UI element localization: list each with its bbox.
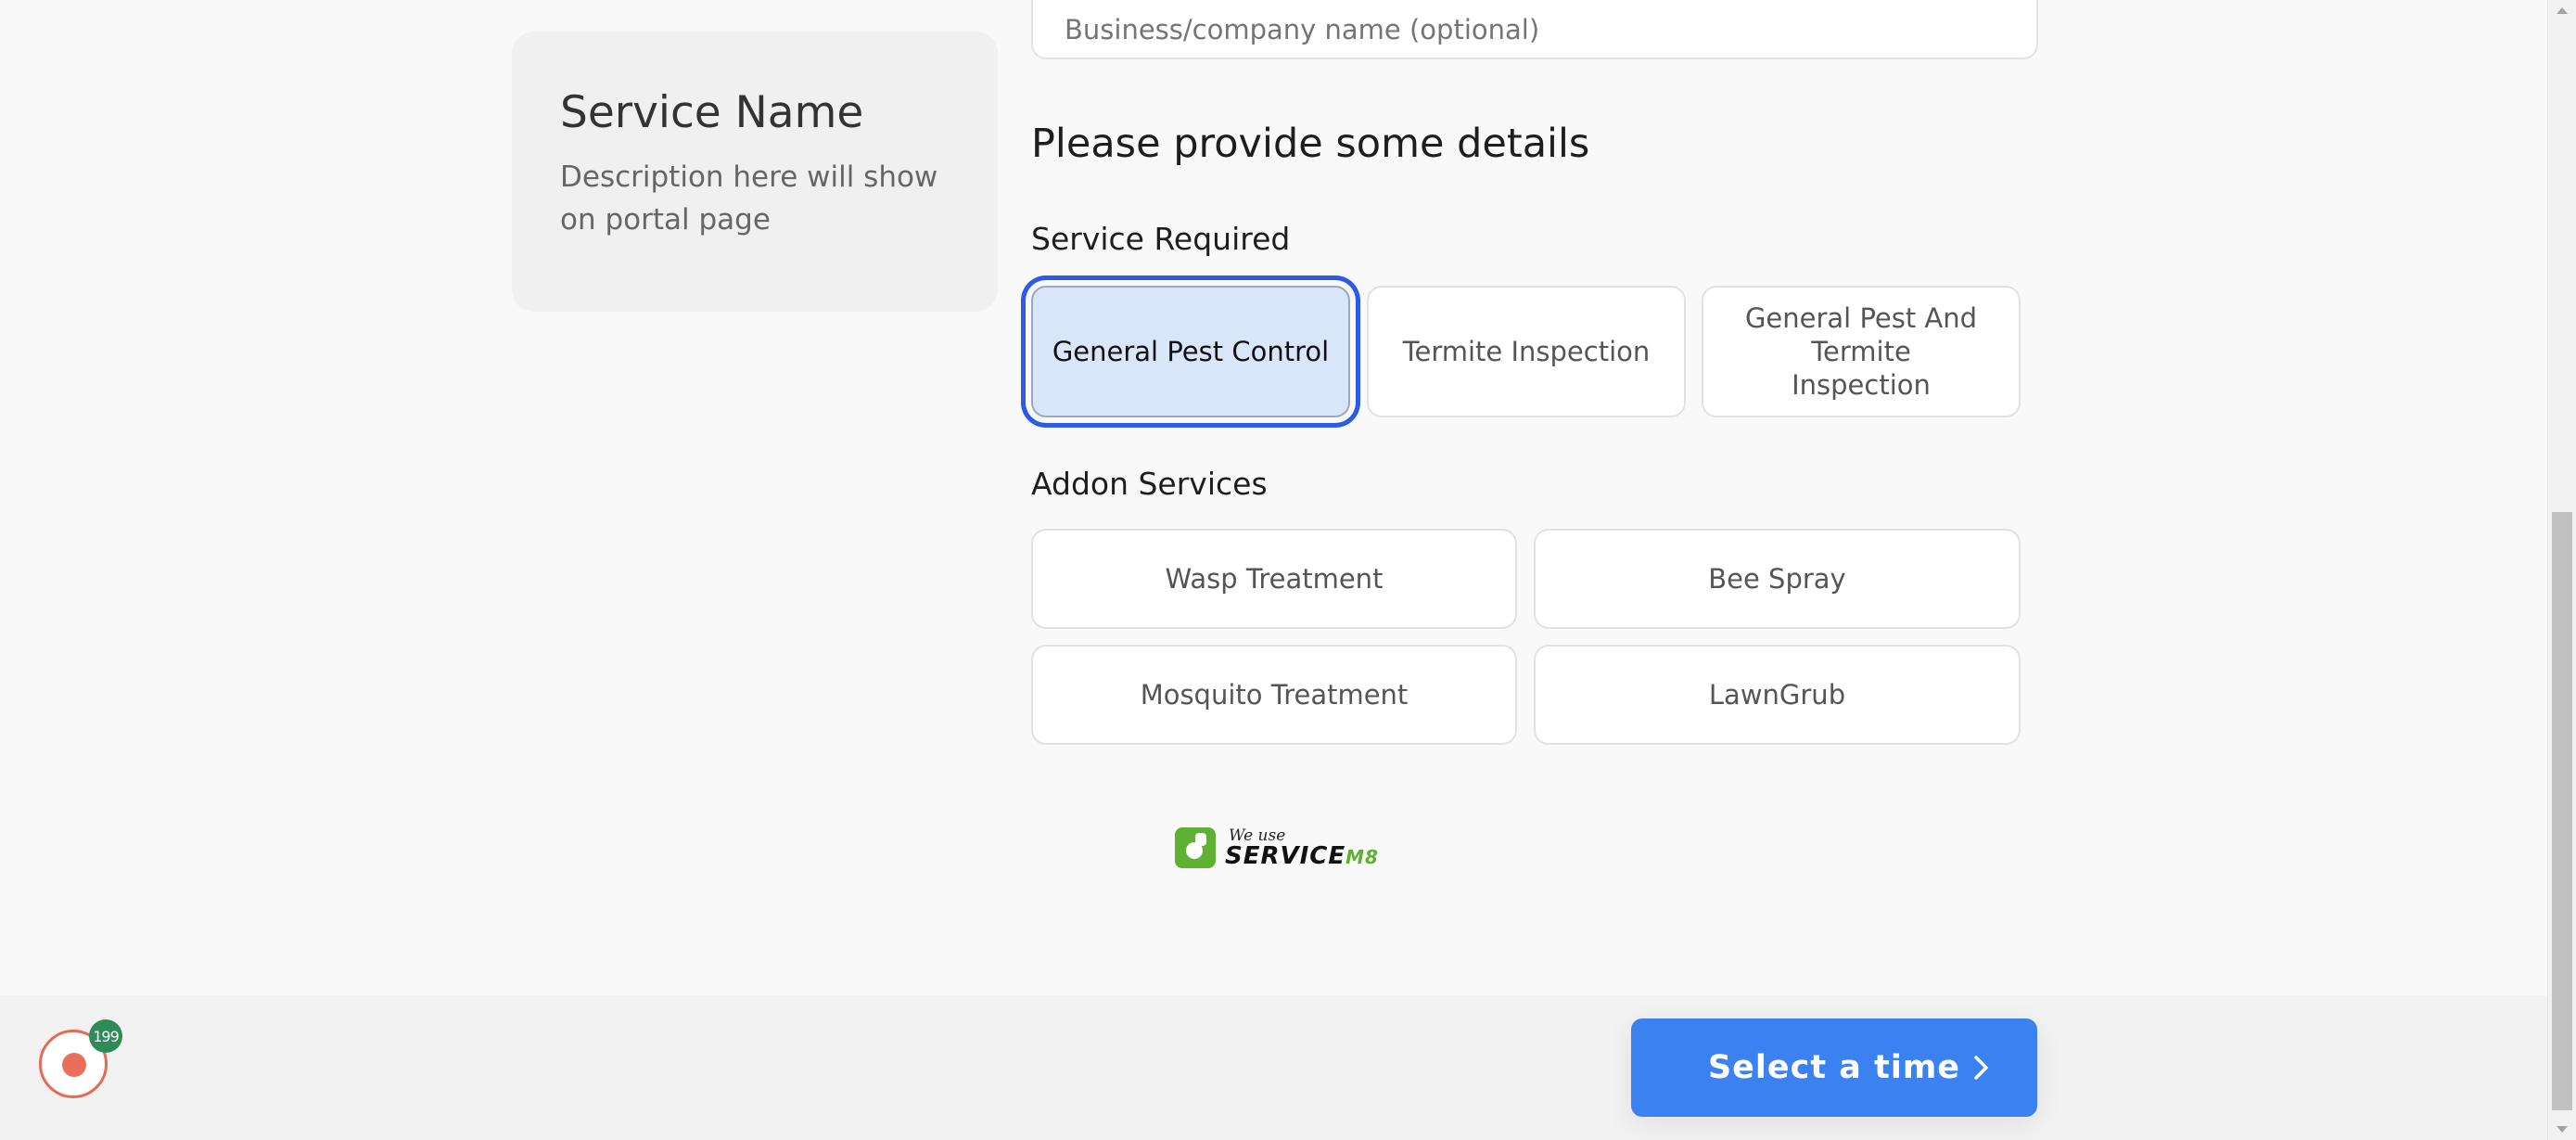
service-option-general-pest-and-termite[interactable]: General Pest And Termite Inspection <box>1702 286 2021 417</box>
booking-page: Service Name Description here will show … <box>0 0 2576 1140</box>
service-required-label: Service Required <box>1031 221 1291 257</box>
service-option-general-pest-control[interactable]: General Pest Control <box>1031 286 1350 417</box>
select-time-label: Select a time <box>1707 1049 1961 1086</box>
service-title: Service Name <box>560 87 864 138</box>
record-icon <box>62 1053 86 1077</box>
addon-option-label: LawnGrub <box>1708 679 1846 711</box>
servicem8-logo-text: We use SERVICEM8 <box>1225 827 1379 868</box>
logo-wordmark: SERVICEM8 <box>1225 844 1379 868</box>
service-info-card: Service Name Description here will show … <box>512 32 998 312</box>
details-heading: Please provide some details <box>1031 121 1590 167</box>
scroll-down-icon[interactable] <box>2557 1126 2568 1133</box>
business-name-input[interactable] <box>1031 0 2038 59</box>
scroll-thumb[interactable] <box>2552 512 2572 1110</box>
addon-option-label: Mosquito Treatment <box>1140 679 1409 711</box>
vertical-scrollbar[interactable] <box>2547 0 2576 1140</box>
service-description: Description here will show on portal pag… <box>560 160 938 237</box>
logo-brand-name: SERVICE <box>1225 841 1346 870</box>
servicem8-logo[interactable]: We use SERVICEM8 <box>1175 827 1379 868</box>
footer-bar <box>0 995 2548 1140</box>
servicem8-logo-icon <box>1175 827 1216 868</box>
logo-brand-suffix: M8 <box>1345 845 1379 868</box>
addon-option-label: Bee Spray <box>1708 563 1846 595</box>
service-option-label: General Pest And Termite Inspection <box>1744 302 1978 401</box>
addon-option-lawngrub[interactable]: LawnGrub <box>1534 645 2021 745</box>
service-option-termite-inspection[interactable]: Termite Inspection <box>1367 286 1686 417</box>
addon-option-label: Wasp Treatment <box>1165 563 1384 595</box>
addon-services-label: Addon Services <box>1031 466 1268 502</box>
select-time-button[interactable]: Select a time <box>1631 1018 2037 1117</box>
recorder-badge: 199 <box>89 1019 122 1053</box>
addon-option-mosquito-treatment[interactable]: Mosquito Treatment <box>1031 645 1517 745</box>
chevron-right-icon <box>1974 1056 1988 1080</box>
addon-option-bee-spray[interactable]: Bee Spray <box>1534 529 2021 629</box>
addon-option-wasp-treatment[interactable]: Wasp Treatment <box>1031 529 1517 629</box>
service-option-label: General Pest Control <box>1052 336 1330 367</box>
service-option-label: Termite Inspection <box>1402 336 1651 367</box>
scroll-up-icon[interactable] <box>2557 7 2568 14</box>
